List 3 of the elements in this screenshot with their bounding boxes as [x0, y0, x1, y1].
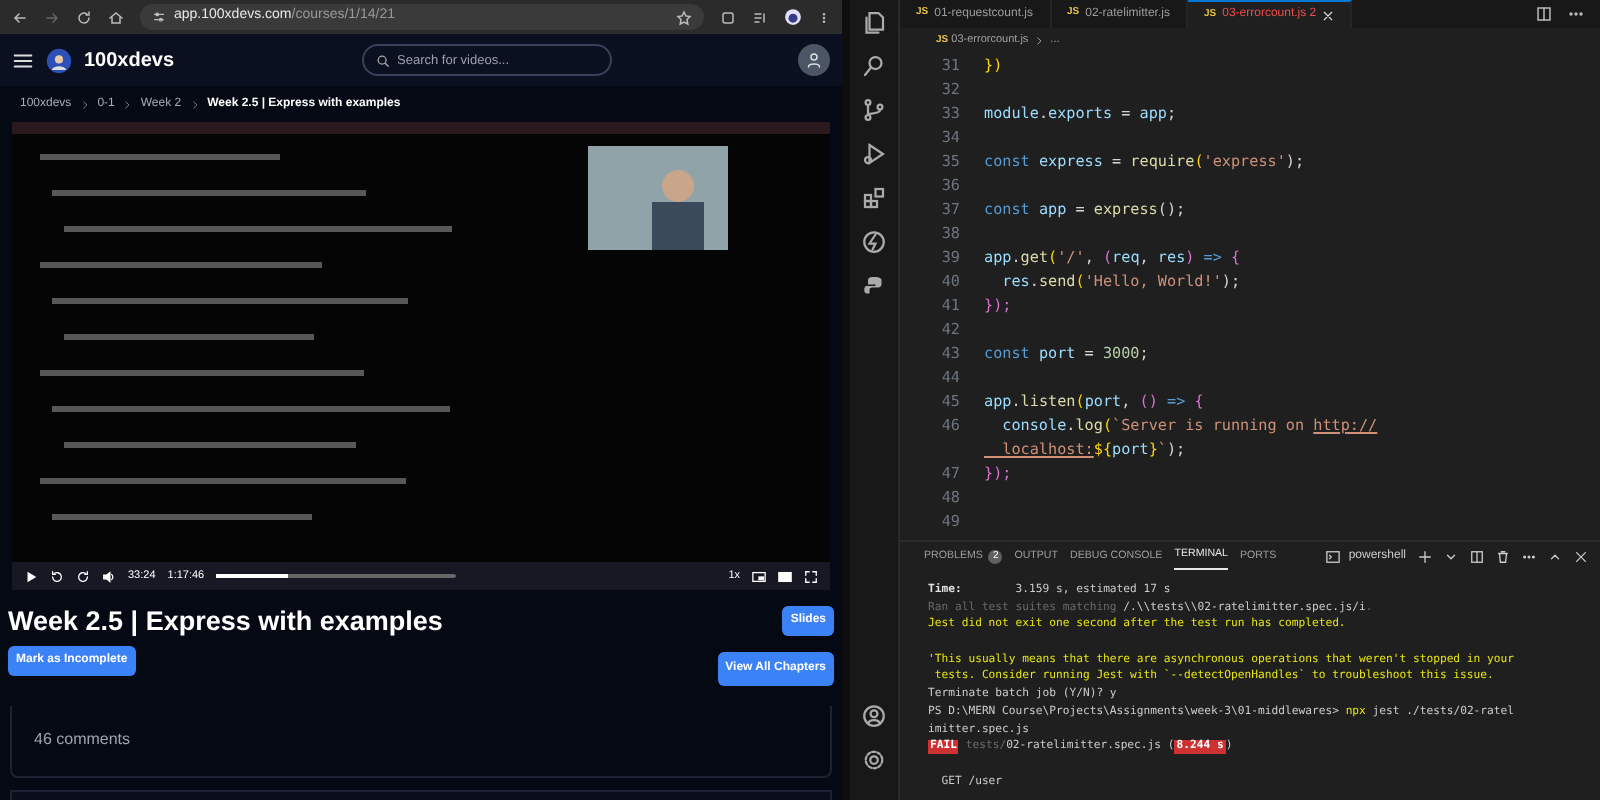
- comment-count: 46 comments: [34, 728, 131, 753]
- lesson-title: Week 2.5 | Express with examples: [8, 606, 443, 639]
- brand-name[interactable]: 100xdevs: [84, 45, 175, 75]
